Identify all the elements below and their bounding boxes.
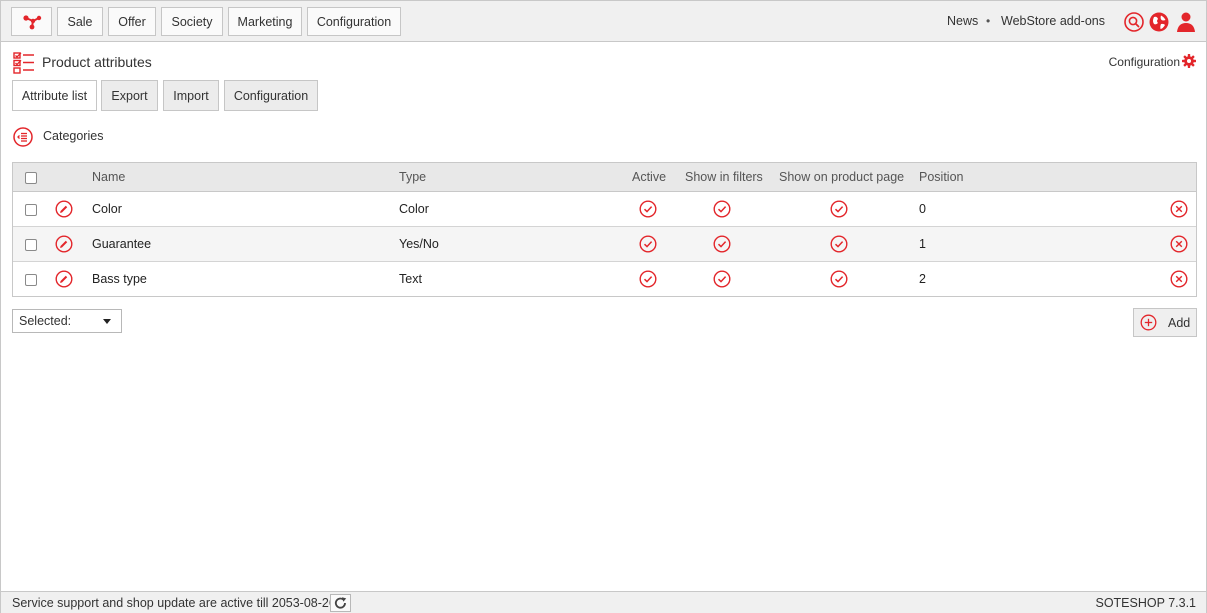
- tab-attribute-list[interactable]: Attribute list: [12, 80, 97, 111]
- delete-icon[interactable]: [1170, 200, 1188, 218]
- attribute-name: Bass type: [92, 272, 147, 286]
- show-in-filters-check-icon[interactable]: [713, 200, 731, 218]
- table-row[interactable]: Color Color 0: [13, 192, 1196, 227]
- refresh-icon: [334, 597, 347, 609]
- edit-icon[interactable]: [55, 270, 73, 288]
- home-logo-button[interactable]: [11, 7, 52, 36]
- delete-icon[interactable]: [1170, 235, 1188, 253]
- top-navigation-bar: Sale Offer Society Marketing Configurati…: [1, 1, 1206, 42]
- column-position[interactable]: Position: [919, 170, 963, 184]
- column-name[interactable]: Name: [92, 170, 125, 184]
- gear-icon[interactable]: [1182, 54, 1196, 68]
- active-check-icon[interactable]: [639, 235, 657, 253]
- attribute-type: Yes/No: [399, 237, 439, 251]
- select-all-checkbox[interactable]: [25, 172, 37, 184]
- column-active[interactable]: Active: [632, 170, 666, 184]
- row-checkbox[interactable]: [25, 274, 37, 286]
- tab-export[interactable]: Export: [101, 80, 158, 111]
- attribute-type: Text: [399, 272, 422, 286]
- table-row[interactable]: Guarantee Yes/No 1: [13, 227, 1196, 262]
- nav-society[interactable]: Society: [161, 7, 223, 36]
- news-link[interactable]: News: [947, 14, 978, 28]
- attribute-position: 1: [919, 237, 926, 251]
- nav-configuration[interactable]: Configuration: [307, 7, 401, 36]
- refresh-button[interactable]: [330, 594, 351, 612]
- molecule-logo-icon: [22, 14, 41, 29]
- app-window: Sale Offer Society Marketing Configurati…: [0, 0, 1207, 613]
- attribute-position: 0: [919, 202, 926, 216]
- show-on-product-page-check-icon[interactable]: [830, 270, 848, 288]
- page-configuration-link[interactable]: Configuration: [1109, 55, 1180, 69]
- attribute-name: Guarantee: [92, 237, 152, 251]
- edit-icon[interactable]: [55, 235, 73, 253]
- nav-marketing[interactable]: Marketing: [228, 7, 302, 36]
- row-checkbox[interactable]: [25, 239, 37, 251]
- tab-import[interactable]: Import: [163, 80, 219, 111]
- table-header: Name Type Active Show in filters Show on…: [13, 163, 1196, 192]
- add-button[interactable]: Add: [1133, 308, 1197, 337]
- bulk-action-select[interactable]: Selected:: [12, 309, 122, 333]
- attribute-name: Color: [92, 202, 122, 216]
- chevron-down-icon: [103, 319, 111, 324]
- user-icon[interactable]: [1175, 11, 1197, 33]
- app-version: SOTESHOP 7.3.1: [1095, 596, 1196, 610]
- show-in-filters-check-icon[interactable]: [713, 235, 731, 253]
- attribute-position: 2: [919, 272, 926, 286]
- webstore-addons-link[interactable]: WebStore add-ons: [1001, 14, 1105, 28]
- show-on-product-page-check-icon[interactable]: [830, 235, 848, 253]
- globe-icon[interactable]: [1149, 12, 1169, 32]
- active-check-icon[interactable]: [639, 270, 657, 288]
- search-icon[interactable]: [1124, 12, 1144, 32]
- active-check-icon[interactable]: [639, 200, 657, 218]
- column-type[interactable]: Type: [399, 170, 426, 184]
- status-footer: Service support and shop update are acti…: [1, 591, 1206, 613]
- tab-configuration[interactable]: Configuration: [224, 80, 318, 111]
- column-show-in-filters[interactable]: Show in filters: [685, 170, 763, 184]
- categories-link[interactable]: Categories: [43, 129, 103, 143]
- checklist-icon: [13, 52, 34, 74]
- show-in-filters-check-icon[interactable]: [713, 270, 731, 288]
- nav-separator: •: [986, 14, 991, 28]
- nav-offer[interactable]: Offer: [108, 7, 156, 36]
- attributes-table: Name Type Active Show in filters Show on…: [12, 162, 1197, 297]
- table-row[interactable]: Bass type Text 2: [13, 262, 1196, 297]
- nav-sale[interactable]: Sale: [57, 7, 103, 36]
- categories-icon[interactable]: [13, 127, 33, 147]
- bulk-action-value: Selected:: [19, 314, 72, 328]
- add-button-label: Add: [1168, 316, 1191, 330]
- column-show-on-product-page[interactable]: Show on product page: [779, 170, 904, 184]
- attribute-type: Color: [399, 202, 429, 216]
- row-checkbox[interactable]: [25, 204, 37, 216]
- delete-icon[interactable]: [1170, 270, 1188, 288]
- plus-circle-icon: [1140, 314, 1157, 331]
- support-status-text: Service support and shop update are acti…: [12, 596, 336, 610]
- page-title: Product attributes: [42, 54, 152, 70]
- show-on-product-page-check-icon[interactable]: [830, 200, 848, 218]
- edit-icon[interactable]: [55, 200, 73, 218]
